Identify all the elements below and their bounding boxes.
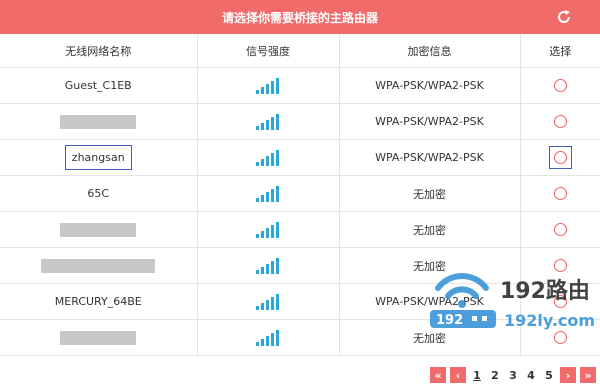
first-page-button[interactable]: « [430,367,446,383]
masked-ssid [41,258,156,273]
signal-cell [196,103,339,140]
select-radio[interactable] [553,187,567,201]
table-row[interactable]: Guest_C1EB WPA-PSK/WPA2-PSK [0,67,600,104]
header-title: 请选择你需要桥接的主路由器 [221,10,378,25]
ssid-cell: MERCURY_64BE [0,283,197,320]
ssid-label: MERCURY_64BE [54,295,142,308]
column-header-select: 选择 [519,34,600,68]
prev-page-button[interactable]: ‹ [450,367,466,383]
ssid-cell [0,247,197,284]
table-row[interactable]: MERCURY_64BE WPA-PSK/WPA2-PSK [0,283,600,320]
pagination: « ‹ 1 2 3 4 5 › » [430,367,596,383]
select-radio[interactable] [553,115,567,129]
ssid-cell: Guest_C1EB [0,67,197,104]
page-number[interactable]: 5 [542,369,556,382]
select-cell [519,139,600,176]
masked-ssid [60,222,137,237]
signal-strength-icon [256,185,279,202]
signal-strength-icon [256,113,279,130]
select-radio[interactable] [553,151,567,164]
page-number[interactable]: 3 [506,369,520,382]
select-cell [519,211,600,248]
signal-strength-icon [256,257,279,274]
security-cell: 无加密 [338,175,520,212]
page-number[interactable]: 4 [524,369,538,382]
signal-strength-icon [256,77,279,94]
signal-strength-icon [256,149,279,166]
signal-cell [196,319,339,356]
table-row[interactable]: 无加密 [0,319,600,356]
table-row[interactable]: 无加密 [0,211,600,248]
page-header: 请选择你需要桥接的主路由器 [0,0,600,34]
security-cell: 无加密 [338,211,520,248]
table-row[interactable]: zhangsan WPA-PSK/WPA2-PSK [0,139,600,176]
next-page-button[interactable]: › [560,367,576,383]
security-cell: WPA-PSK/WPA2-PSK [338,103,520,140]
ssid-label: 65C [87,187,110,200]
masked-ssid [60,330,137,345]
column-header-ssid: 无线网络名称 [0,34,197,68]
wireless-network-table: 无线网络名称 信号强度 加密信息 选择 Guest_C1EB WPA-PSK/W… [0,34,600,356]
signal-strength-icon [256,293,279,310]
ssid-cell: zhangsan [0,139,197,176]
ssid-cell [0,103,197,140]
select-radio[interactable] [553,223,567,237]
table-row[interactable]: 无加密 [0,247,600,284]
signal-strength-icon [256,329,279,346]
ssid-label: Guest_C1EB [64,79,132,92]
column-header-security: 加密信息 [338,34,520,68]
ssid-cell [0,319,197,356]
select-cell [519,247,600,284]
signal-cell [196,211,339,248]
refresh-icon[interactable] [556,9,572,25]
security-cell: WPA-PSK/WPA2-PSK [338,283,520,320]
select-radio-focus-ring [548,146,572,169]
security-cell: WPA-PSK/WPA2-PSK [338,67,520,104]
select-radio[interactable] [553,331,567,345]
ssid-cell: 65C [0,175,197,212]
security-cell: 无加密 [338,319,520,356]
ssid-cell [0,211,197,248]
last-page-button[interactable]: » [580,367,596,383]
select-radio[interactable] [553,295,567,309]
signal-cell [196,139,339,176]
signal-cell [196,67,339,104]
select-cell [519,283,600,320]
select-cell [519,319,600,356]
table-row[interactable]: 65C 无加密 [0,175,600,212]
signal-strength-icon [256,221,279,238]
signal-cell [196,283,339,320]
security-cell: 无加密 [338,247,520,284]
page-number[interactable]: 2 [488,369,502,382]
signal-cell [196,175,339,212]
page-number[interactable]: 1 [470,369,484,382]
table-row[interactable]: WPA-PSK/WPA2-PSK [0,103,600,140]
select-radio[interactable] [553,259,567,273]
table-header-row: 无线网络名称 信号强度 加密信息 选择 [0,34,600,68]
security-cell: WPA-PSK/WPA2-PSK [338,139,520,176]
select-cell [519,103,600,140]
select-cell [519,175,600,212]
ssid-label: zhangsan [64,145,132,170]
signal-cell [196,247,339,284]
select-radio[interactable] [553,79,567,93]
select-cell [519,67,600,104]
masked-ssid [60,114,137,129]
column-header-signal: 信号强度 [196,34,339,68]
